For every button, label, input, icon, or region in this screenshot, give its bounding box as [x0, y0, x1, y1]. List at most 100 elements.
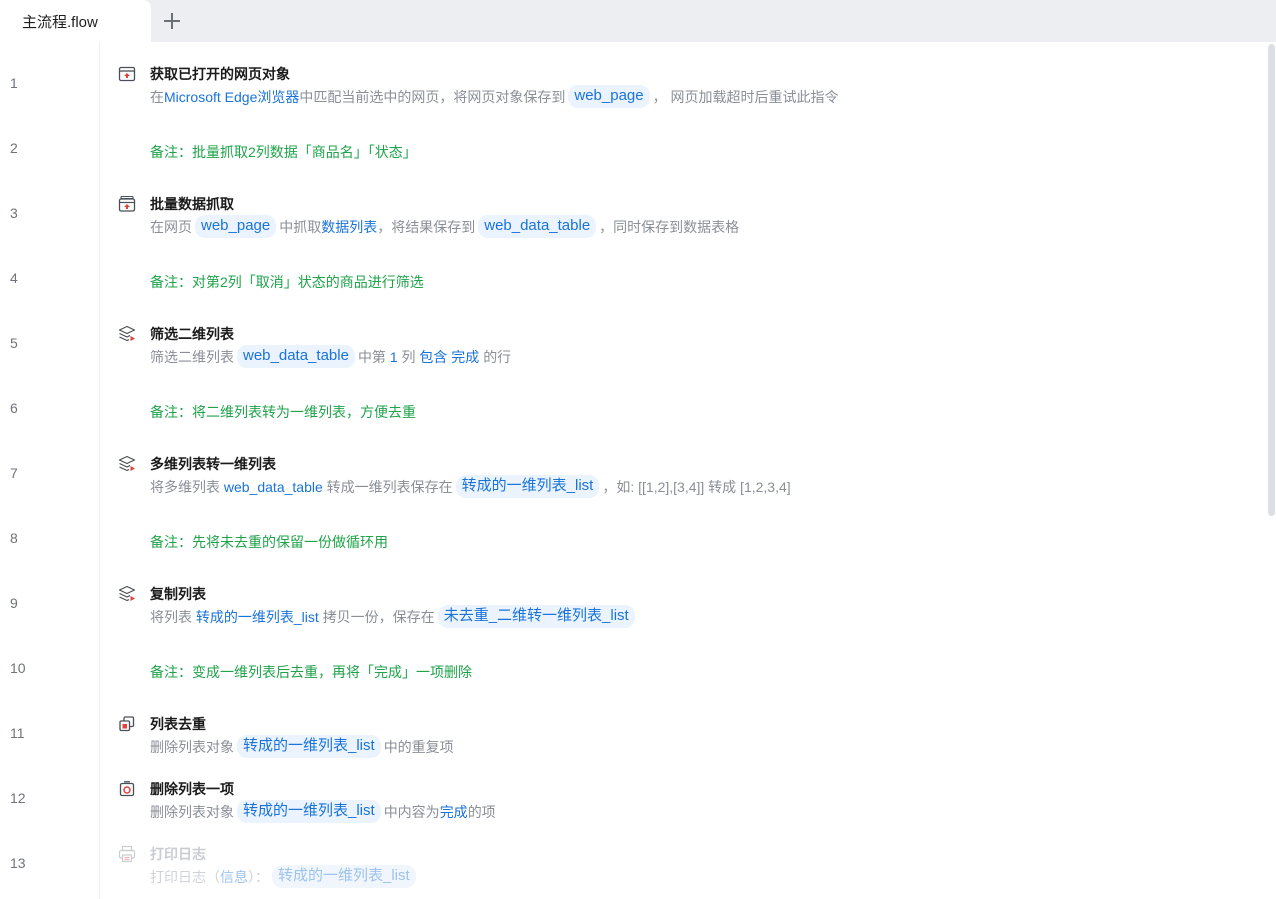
desc-text: 中抓取 [279, 218, 322, 235]
step-title: 列表去重 [150, 716, 206, 732]
tab-main-flow[interactable]: 主流程.flow [0, 0, 151, 42]
step-description: 在网页 web_page 中抓取 数据列表 ，将结果保存到 web_data_t… [150, 215, 739, 238]
variable-link[interactable]: web_data_table [224, 479, 323, 495]
variable-chip[interactable]: web_page [195, 215, 277, 238]
desc-text: ）： [248, 868, 269, 885]
desc-text: 中的重复项 [383, 738, 454, 755]
desc-text: 筛选二维列表 [150, 348, 234, 365]
step-title: 复制列表 [150, 586, 206, 602]
desc-text: 中第 [357, 348, 386, 365]
step-copy-list[interactable]: 复制列表 将列表 转成的一维列表_list 拷贝一份，保存在 未去重_二维转一维… [112, 584, 1252, 630]
variable-link[interactable]: 转成的一维列表_list [196, 607, 319, 627]
variable-chip[interactable]: web_page [568, 85, 650, 108]
step-title: 批量数据抓取 [150, 196, 234, 212]
line-number: 4 [10, 270, 18, 286]
step-dedupe-list[interactable]: 列表去重 删除列表对象 转成的一维列表_list 中的重复项 [112, 714, 1252, 760]
variable-chip[interactable]: 未去重_二维转一维列表_list [437, 605, 635, 628]
scrollbar-thumb[interactable] [1268, 44, 1275, 516]
step-filter-2d-list[interactable]: 筛选二维列表 筛选二维列表 web_data_table 中第 1 列 包含 完… [112, 324, 1252, 370]
variable-chip[interactable]: web_data_table [478, 215, 597, 238]
desc-text: ，同时保存到数据表格 [599, 218, 740, 235]
comment-text: 备注：先将未去重的保留一份做循环用 [150, 534, 388, 550]
line-number: 9 [10, 595, 18, 611]
value-param[interactable]: 完成 [451, 347, 479, 367]
desc-text: 打印日志（ [150, 868, 220, 885]
line-number: 10 [10, 660, 26, 676]
step-get-open-web-page[interactable]: 获取已打开的网页对象 在 Microsoft Edge浏览器 中匹配当前选中的网… [112, 64, 1252, 110]
step-delete-list-item[interactable]: 删除列表一项 删除列表对象 转成的一维列表_list 中内容为 完成 的项 [112, 779, 1252, 825]
tab-label: 主流程.flow [22, 13, 98, 31]
comment-line[interactable]: 备注：将二维列表转为一维列表，方便去重 [150, 402, 416, 422]
variable-chip[interactable]: web_data_table [237, 345, 355, 368]
data-scrape-icon [118, 195, 136, 212]
step-title: 删除列表一项 [150, 781, 234, 797]
web-page-icon [118, 66, 136, 82]
step-title: 筛选二维列表 [150, 326, 234, 342]
step-title: 获取已打开的网页对象 [150, 66, 290, 82]
desc-text: 删除列表对象 [150, 738, 234, 755]
desc-text: ，如: [[1,2],[3,4]] 转成 [1,2,3,4] [602, 478, 791, 495]
step-description: 删除列表对象 转成的一维列表_list 中的重复项 [150, 735, 454, 758]
line-number: 7 [10, 465, 18, 481]
browser-param[interactable]: Microsoft Edge浏览器 [164, 87, 299, 107]
value-param[interactable]: 完成 [440, 802, 468, 822]
comment-line[interactable]: 备注：变成一维列表后去重，再将「完成」一项删除 [150, 662, 472, 682]
comment-text: 备注：对第2列「取消」状态的商品进行筛选 [150, 274, 424, 290]
print-log-icon [118, 845, 136, 863]
stack-filter-icon [118, 325, 136, 342]
line-number: 13 [10, 855, 26, 871]
variable-chip[interactable]: 转成的一维列表_list [237, 735, 381, 758]
desc-text: ， 网页加载超时后重试此指令 [652, 88, 839, 105]
condition-param[interactable]: 包含 [419, 347, 447, 367]
line-number: 3 [10, 205, 18, 221]
step-print-log[interactable]: 打印日志 打印日志（ 信息 ）： 转成的一维列表_list [112, 844, 1252, 890]
vertical-scrollbar[interactable] [1267, 42, 1276, 899]
desc-text: 的行 [483, 348, 512, 365]
desc-text: 在网页 [150, 218, 192, 235]
desc-text: 拷贝一份，保存在 [322, 608, 435, 625]
comment-line[interactable]: 备注：对第2列「取消」状态的商品进行筛选 [150, 272, 424, 292]
step-description: 打印日志（ 信息 ）： 转成的一维列表_list [150, 865, 419, 888]
stack-convert-icon [118, 455, 136, 472]
desc-text: 列 [401, 348, 416, 365]
comment-text: 备注：变成一维列表后去重，再将「完成」一项删除 [150, 664, 472, 680]
desc-text: 将列表 [150, 608, 192, 625]
variable-chip[interactable]: 转成的一维列表_list [272, 865, 416, 888]
dedupe-icon [119, 716, 135, 732]
variable-chip[interactable]: 转成的一维列表_list [455, 475, 600, 498]
line-number: 8 [10, 530, 18, 546]
line-number: 5 [10, 335, 18, 351]
step-description: 删除列表对象 转成的一维列表_list 中内容为 完成 的项 [150, 800, 496, 823]
variable-chip[interactable]: 转成的一维列表_list [237, 800, 381, 823]
desc-text: 将多维列表 [150, 478, 220, 495]
line-number: 6 [10, 400, 18, 416]
comment-line[interactable]: 备注：先将未去重的保留一份做循环用 [150, 532, 388, 552]
desc-text: 中匹配当前选中的网页，将网页对象保存到 [299, 88, 566, 105]
step-flatten-list[interactable]: 多维列表转一维列表 将多维列表 web_data_table 转成一维列表保存在… [112, 454, 1252, 500]
step-batch-data-scrape[interactable]: 批量数据抓取 在网页 web_page 中抓取 数据列表 ，将结果保存到 web… [112, 194, 1252, 240]
desc-text: 在 [150, 88, 164, 105]
column-index-param[interactable]: 1 [390, 349, 398, 365]
log-level-param[interactable]: 信息 [220, 867, 248, 887]
step-title: 打印日志 [150, 846, 206, 862]
desc-text: 删除列表对象 [150, 803, 234, 820]
line-number: 1 [10, 75, 18, 91]
step-description: 将多维列表 web_data_table 转成一维列表保存在 转成的一维列表_l… [150, 475, 791, 498]
step-description: 在 Microsoft Edge浏览器 中匹配当前选中的网页，将网页对象保存到 … [150, 85, 839, 108]
step-description: 筛选二维列表 web_data_table 中第 1 列 包含 完成 的行 [150, 345, 511, 368]
delete-item-icon [119, 781, 135, 797]
desc-text: 转成一维列表保存在 [326, 478, 453, 495]
stack-copy-icon [118, 585, 136, 602]
data-list-param[interactable]: 数据列表 [321, 217, 377, 237]
desc-text: 的项 [467, 803, 496, 820]
line-number: 12 [10, 790, 26, 806]
comment-line[interactable]: 备注：批量抓取2列数据「商品名」「状态」 [150, 142, 417, 162]
comment-text: 备注：将二维列表转为一维列表，方便去重 [150, 404, 416, 420]
tab-bar: 主流程.flow [0, 0, 1276, 42]
desc-text: 中内容为 [383, 803, 440, 820]
add-tab-button[interactable] [160, 9, 184, 33]
line-number: 11 [10, 725, 25, 741]
step-title: 多维列表转一维列表 [150, 456, 276, 472]
comment-text: 备注：批量抓取2列数据「商品名」「状态」 [150, 144, 417, 160]
line-number: 2 [10, 140, 18, 156]
